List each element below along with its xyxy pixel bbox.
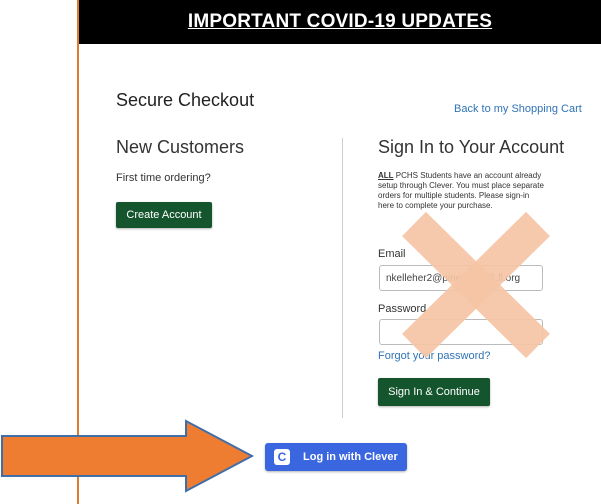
orange-arrow-icon [1, 419, 255, 493]
forgot-password-link[interactable]: Forgot your password? [378, 350, 491, 362]
covid-banner[interactable]: IMPORTANT COVID-19 UPDATES [79, 0, 601, 44]
new-customers-heading: New Customers [116, 137, 245, 157]
email-field[interactable]: nkelleher2@pinellas.k12.fl.org [379, 265, 543, 291]
clever-button-label: Log in with Clever [303, 451, 398, 463]
password-label: Password [378, 303, 427, 315]
info-text: PCHS Students have an account already se… [378, 171, 544, 210]
page-title: Secure Checkout [116, 90, 255, 110]
create-account-button[interactable]: Create Account [116, 202, 212, 228]
sign-in-heading: Sign In to Your Account [378, 137, 565, 157]
password-field[interactable] [379, 319, 543, 345]
covid-banner-link[interactable]: IMPORTANT COVID-19 UPDATES [188, 11, 492, 33]
sign-in-continue-button[interactable]: Sign In & Continue [378, 378, 490, 406]
email-value: nkelleher2@pinellas.k12.fl.org [386, 272, 521, 284]
column-divider [342, 138, 343, 418]
clever-logo-icon: C [274, 449, 290, 465]
email-label: Email [378, 248, 406, 260]
log-in-with-clever-button[interactable]: C Log in with Clever [265, 443, 407, 471]
back-to-cart-link[interactable]: Back to my Shopping Cart [454, 103, 582, 115]
info-prefix: ALL [378, 171, 394, 180]
sign-in-info: ALL PCHS Students have an account alread… [378, 171, 544, 211]
first-time-text: First time ordering? [116, 172, 211, 184]
